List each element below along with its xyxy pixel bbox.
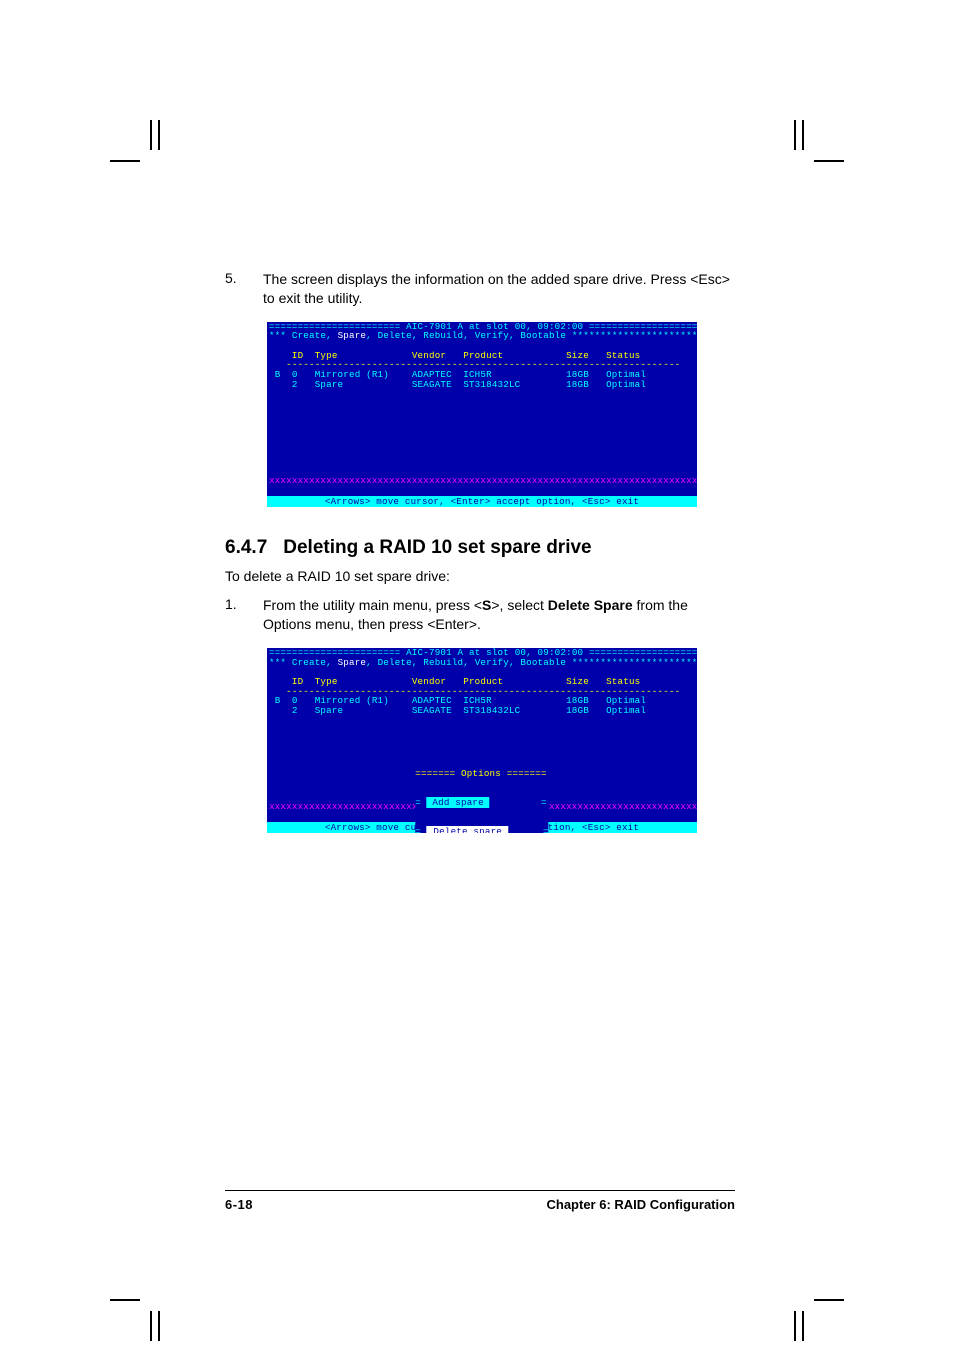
option-delete-spare[interactable]: Delete spare [427,826,509,833]
page-number: 6-18 [225,1197,253,1212]
section-intro: To delete a RAID 10 set spare drive: [225,567,735,586]
section-number: 6.4.7 [225,537,267,558]
bios-footer-help: <Arrows> move cursor, <Enter> accept opt… [267,496,697,508]
step-1: 1. From the utility main menu, press <S>… [225,596,735,634]
option-add-spare[interactable]: Add spare [427,797,490,808]
bios-screen-2: ======================= AIC-7901 A at sl… [267,648,697,833]
step-text: From the utility main menu, press <S>, s… [263,596,735,634]
options-popup: ======= Options ======= = Add spare = = … [415,750,548,833]
step-number: 5. [225,270,263,286]
step-number: 1. [225,596,263,612]
section-heading: 6.4.7 Deleting a RAID 10 set spare drive [225,537,735,559]
step-text: The screen displays the information on t… [263,270,735,308]
page-footer: 6-18 Chapter 6: RAID Configuration [225,1190,735,1212]
chapter-title: Chapter 6: RAID Configuration [547,1197,736,1212]
menu-delete-spare: Delete Spare [548,597,633,613]
bios-screen-1: ======================= AIC-7901 A at sl… [267,322,697,507]
section-title: Deleting a RAID 10 set spare drive [283,537,591,558]
options-title: ======= Options ======= [415,768,546,779]
step-5: 5. The screen displays the information o… [225,270,735,308]
key-s: S [482,597,491,613]
page-body: 5. The screen displays the information o… [225,270,735,853]
